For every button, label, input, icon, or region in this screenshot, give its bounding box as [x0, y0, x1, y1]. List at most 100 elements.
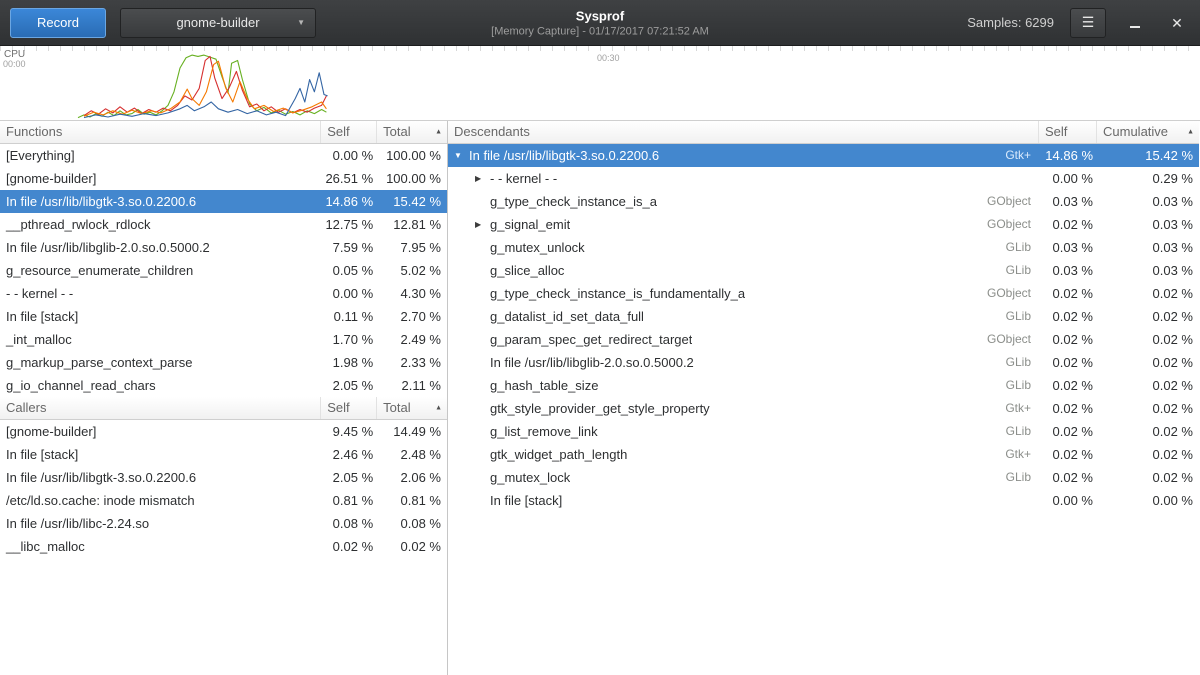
header-bar: Record gnome-builder ▼ Sysprof [Memory C… — [0, 0, 1200, 46]
function-name-cell: g_mutex_unlockGLib — [448, 236, 1039, 259]
column-header-descendants[interactable]: Descendants — [448, 121, 1039, 143]
cumulative-percent-cell: 0.02 % — [1097, 282, 1199, 305]
function-name-cell: g_hash_table_sizeGLib — [448, 374, 1039, 397]
function-name-cell: ▶- - kernel - - — [448, 167, 1039, 190]
self-percent-cell: 0.02 % — [1039, 420, 1097, 443]
table-row[interactable]: g_type_check_instance_is_fundamentally_a… — [448, 282, 1199, 305]
process-selector-label: gnome-builder — [176, 15, 259, 30]
table-row[interactable]: - - kernel - -0.00 %4.30 % — [0, 282, 447, 305]
table-row[interactable]: g_mutex_lockGLib0.02 %0.02 % — [448, 466, 1199, 489]
self-percent-cell: 0.08 % — [321, 512, 377, 535]
total-percent-cell: 15.42 % — [377, 190, 447, 213]
total-percent-cell: 2.48 % — [377, 443, 447, 466]
function-name: g_mutex_lock — [490, 466, 570, 489]
column-header-cumulative[interactable]: Cumulative ▲ — [1097, 121, 1199, 143]
cpu-timeline[interactable]: CPU 00:00 00:30 — [0, 46, 1200, 121]
total-percent-cell: 5.02 % — [377, 259, 447, 282]
table-row[interactable]: ▶g_signal_emitGObject0.02 %0.03 % — [448, 213, 1199, 236]
library-tag: GObject — [977, 213, 1039, 236]
column-header-total[interactable]: Total ▲ — [377, 121, 447, 143]
table-row[interactable]: In file /usr/lib/libglib-2.0.so.0.5000.2… — [0, 236, 447, 259]
time-tick-0: 00:00 — [3, 59, 26, 69]
function-name-cell: [gnome-builder] — [0, 167, 321, 190]
record-button[interactable]: Record — [10, 8, 106, 38]
self-percent-cell: 0.02 % — [1039, 351, 1097, 374]
column-header-self[interactable]: Self — [321, 121, 377, 143]
window-title-block: Sysprof [Memory Capture] - 01/17/2017 07… — [491, 8, 709, 37]
table-row[interactable]: [gnome-builder]26.51 %100.00 % — [0, 167, 447, 190]
cumulative-percent-cell: 0.02 % — [1097, 374, 1199, 397]
table-row[interactable]: g_param_spec_get_redirect_targetGObject0… — [448, 328, 1199, 351]
function-name: gtk_widget_path_length — [490, 443, 627, 466]
cumulative-percent-cell: 0.03 % — [1097, 236, 1199, 259]
time-tick-30: 00:30 — [597, 53, 620, 63]
self-percent-cell: 2.05 % — [321, 466, 377, 489]
function-name: g_list_remove_link — [490, 420, 598, 443]
function-name-cell: g_io_channel_read_chars — [0, 374, 321, 397]
function-name-cell: In file /usr/lib/libgtk-3.so.0.2200.6 — [0, 190, 321, 213]
table-row[interactable]: gtk_style_provider_get_style_propertyGtk… — [448, 397, 1199, 420]
self-percent-cell: 0.03 % — [1039, 236, 1097, 259]
table-row[interactable]: [Everything]0.00 %100.00 % — [0, 144, 447, 167]
table-row[interactable]: In file [stack]2.46 %2.48 % — [0, 443, 447, 466]
table-row[interactable]: [gnome-builder]9.45 %14.49 % — [0, 420, 447, 443]
column-header-callers[interactable]: Callers — [0, 397, 321, 419]
close-icon: ✕ — [1171, 16, 1183, 30]
table-row[interactable]: gtk_widget_path_lengthGtk+0.02 %0.02 % — [448, 443, 1199, 466]
table-row[interactable]: In file [stack]0.11 %2.70 % — [0, 305, 447, 328]
self-percent-cell: 0.02 % — [1039, 466, 1097, 489]
process-selector-button[interactable]: gnome-builder ▼ — [120, 8, 316, 38]
table-row[interactable]: g_datalist_id_set_data_fullGLib0.02 %0.0… — [448, 305, 1199, 328]
functions-table-body: [Everything]0.00 %100.00 %[gnome-builder… — [0, 144, 447, 397]
self-percent-cell: 14.86 % — [321, 190, 377, 213]
table-row[interactable]: g_resource_enumerate_children0.05 %5.02 … — [0, 259, 447, 282]
capture-subtitle: [Memory Capture] - 01/17/2017 07:21:52 A… — [491, 25, 709, 37]
self-percent-cell: 0.02 % — [1039, 213, 1097, 236]
table-row[interactable]: g_markup_parse_context_parse1.98 %2.33 % — [0, 351, 447, 374]
expander-open-icon[interactable]: ▼ — [454, 144, 469, 167]
table-row[interactable]: g_slice_allocGLib0.03 %0.03 % — [448, 259, 1199, 282]
table-row[interactable]: _int_malloc1.70 %2.49 % — [0, 328, 447, 351]
column-header-self[interactable]: Self — [321, 397, 377, 419]
column-header-functions[interactable]: Functions — [0, 121, 321, 143]
expander-closed-icon[interactable]: ▶ — [475, 167, 490, 190]
minimize-button[interactable] — [1122, 10, 1148, 36]
table-row[interactable]: ▼In file /usr/lib/libgtk-3.so.0.2200.6Gt… — [448, 144, 1199, 167]
table-row[interactable]: In file /usr/lib/libglib-2.0.so.0.5000.2… — [448, 351, 1199, 374]
table-row[interactable]: In file /usr/lib/libgtk-3.so.0.2200.62.0… — [0, 466, 447, 489]
table-row[interactable]: /etc/ld.so.cache: inode mismatch0.81 %0.… — [0, 489, 447, 512]
library-tag: Gtk+ — [995, 397, 1039, 420]
functions-table-header: Functions Self Total ▲ — [0, 121, 447, 144]
column-header-self[interactable]: Self — [1039, 121, 1097, 143]
table-row[interactable]: g_list_remove_linkGLib0.02 %0.02 % — [448, 420, 1199, 443]
column-header-total[interactable]: Total ▲ — [377, 397, 447, 419]
self-percent-cell: 0.02 % — [1039, 328, 1097, 351]
function-name-cell: [gnome-builder] — [0, 420, 321, 443]
library-tag: GLib — [996, 420, 1039, 443]
table-row[interactable]: g_io_channel_read_chars2.05 %2.11 % — [0, 374, 447, 397]
table-row[interactable]: __pthread_rwlock_rdlock12.75 %12.81 % — [0, 213, 447, 236]
self-percent-cell: 14.86 % — [1039, 144, 1097, 167]
function-name-cell: g_param_spec_get_redirect_targetGObject — [448, 328, 1039, 351]
menu-button[interactable]: ☰ — [1070, 8, 1106, 38]
total-percent-cell: 12.81 % — [377, 213, 447, 236]
self-percent-cell: 0.11 % — [321, 305, 377, 328]
table-row[interactable]: In file /usr/lib/libgtk-3.so.0.2200.614.… — [0, 190, 447, 213]
function-name-cell: In file [stack] — [0, 305, 321, 328]
table-row[interactable]: g_mutex_unlockGLib0.03 %0.03 % — [448, 236, 1199, 259]
table-row[interactable]: __libc_malloc0.02 %0.02 % — [0, 535, 447, 558]
self-percent-cell: 0.03 % — [1039, 190, 1097, 213]
function-name-cell: ▼In file /usr/lib/libgtk-3.so.0.2200.6Gt… — [448, 144, 1039, 167]
table-row[interactable]: g_type_check_instance_is_aGObject0.03 %0… — [448, 190, 1199, 213]
table-row[interactable]: In file [stack]0.00 %0.00 % — [448, 489, 1199, 512]
table-row[interactable]: In file /usr/lib/libc-2.24.so0.08 %0.08 … — [0, 512, 447, 535]
cumulative-percent-cell: 0.00 % — [1097, 489, 1199, 512]
table-row[interactable]: g_hash_table_sizeGLib0.02 %0.02 % — [448, 374, 1199, 397]
table-row[interactable]: ▶- - kernel - -0.00 %0.29 % — [448, 167, 1199, 190]
function-name-cell: In file /usr/lib/libglib-2.0.so.0.5000.2 — [0, 236, 321, 259]
close-button[interactable]: ✕ — [1164, 10, 1190, 36]
self-percent-cell: 1.70 % — [321, 328, 377, 351]
expander-closed-icon[interactable]: ▶ — [475, 213, 490, 236]
library-tag: GLib — [996, 259, 1039, 282]
self-percent-cell: 0.02 % — [1039, 374, 1097, 397]
